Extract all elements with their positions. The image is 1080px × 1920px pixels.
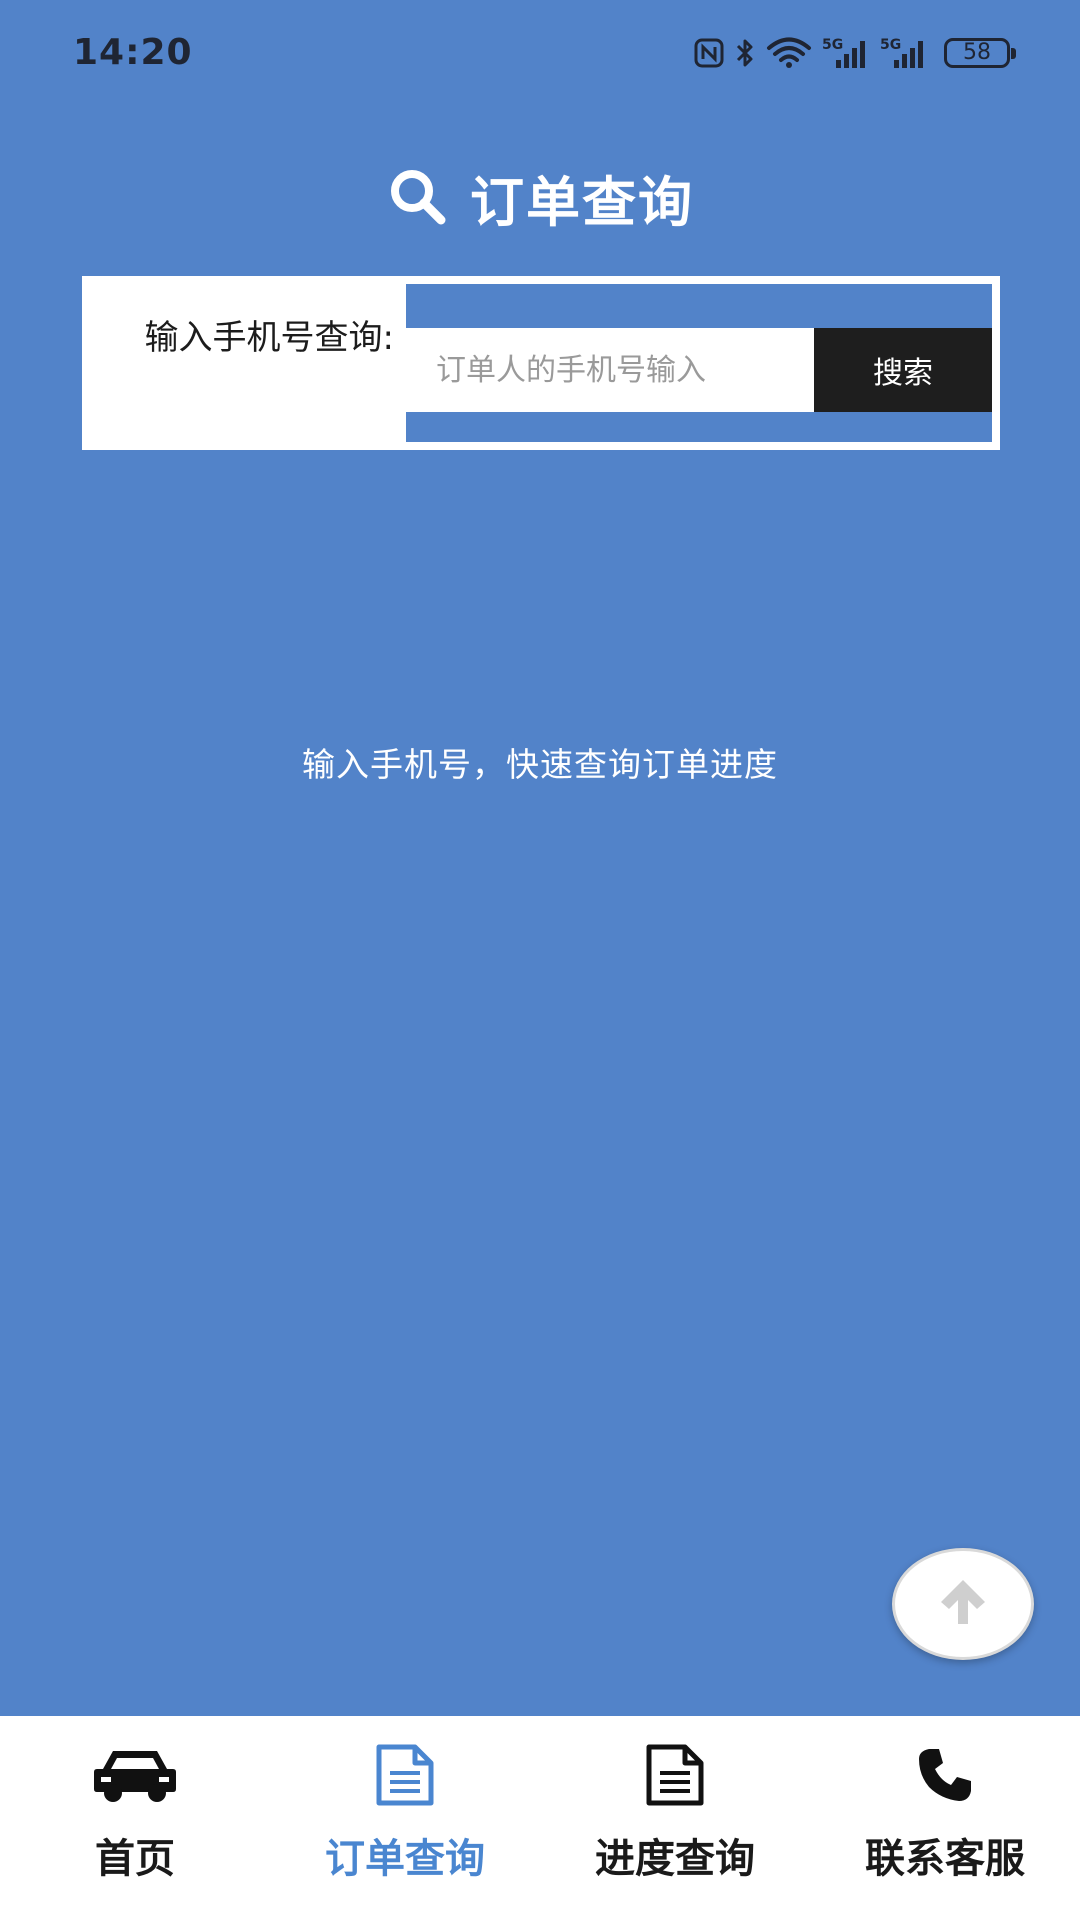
status-icons: 5G 5G 58	[694, 34, 1016, 72]
status-time: 14:20	[73, 32, 193, 73]
status-bar: 14:20 5G 5G 58	[0, 0, 1080, 105]
arrow-up-icon	[933, 1576, 993, 1632]
hint-text: 输入手机号，快速查询订单进度	[302, 745, 778, 784]
document-icon	[540, 1740, 810, 1810]
phone-search-input[interactable]	[406, 328, 814, 412]
tab-order-query-label: 订单查询	[325, 1836, 485, 1882]
signal-5g-icon: 5G	[880, 36, 928, 70]
nfc-icon	[694, 38, 724, 68]
bottom-tab-bar: 首页 订单查询 进度查询 联系客服	[0, 1716, 1080, 1920]
svg-text:5G: 5G	[822, 37, 843, 53]
tab-home-label: 首页	[95, 1836, 175, 1882]
document-icon	[270, 1740, 540, 1810]
page-title: 订单查询	[0, 158, 1080, 237]
search-body: 搜索	[406, 284, 992, 442]
search-panel: 输入手机号查询: 搜索	[82, 276, 1000, 450]
tab-progress-query-label: 进度查询	[595, 1836, 755, 1882]
back-to-top-button[interactable]	[892, 1548, 1034, 1660]
tab-order-query[interactable]: 订单查询	[270, 1716, 540, 1920]
phone-icon	[810, 1740, 1080, 1810]
car-icon	[0, 1740, 270, 1810]
page-title-text: 订单查询	[470, 171, 694, 234]
search-button[interactable]: 搜索	[814, 328, 992, 412]
tab-customer-service[interactable]: 联系客服	[810, 1716, 1080, 1920]
tab-progress-query[interactable]: 进度查询	[540, 1716, 810, 1920]
svg-text:5G: 5G	[880, 37, 901, 53]
search-label: 输入手机号查询:	[144, 318, 394, 358]
tab-customer-service-label: 联系客服	[865, 1836, 1025, 1882]
wifi-icon	[766, 37, 812, 69]
tab-home[interactable]: 首页	[0, 1716, 270, 1920]
battery-icon: 58	[944, 38, 1016, 68]
battery-level: 58	[963, 40, 991, 65]
bluetooth-icon	[734, 37, 756, 69]
order-query-screen: 14:20 5G 5G 58 订单查询 输入手机号查询: 订单人的手机号输入 搜…	[0, 0, 1080, 1920]
signal-5g-icon: 5G	[822, 36, 870, 70]
search-icon	[386, 165, 448, 231]
